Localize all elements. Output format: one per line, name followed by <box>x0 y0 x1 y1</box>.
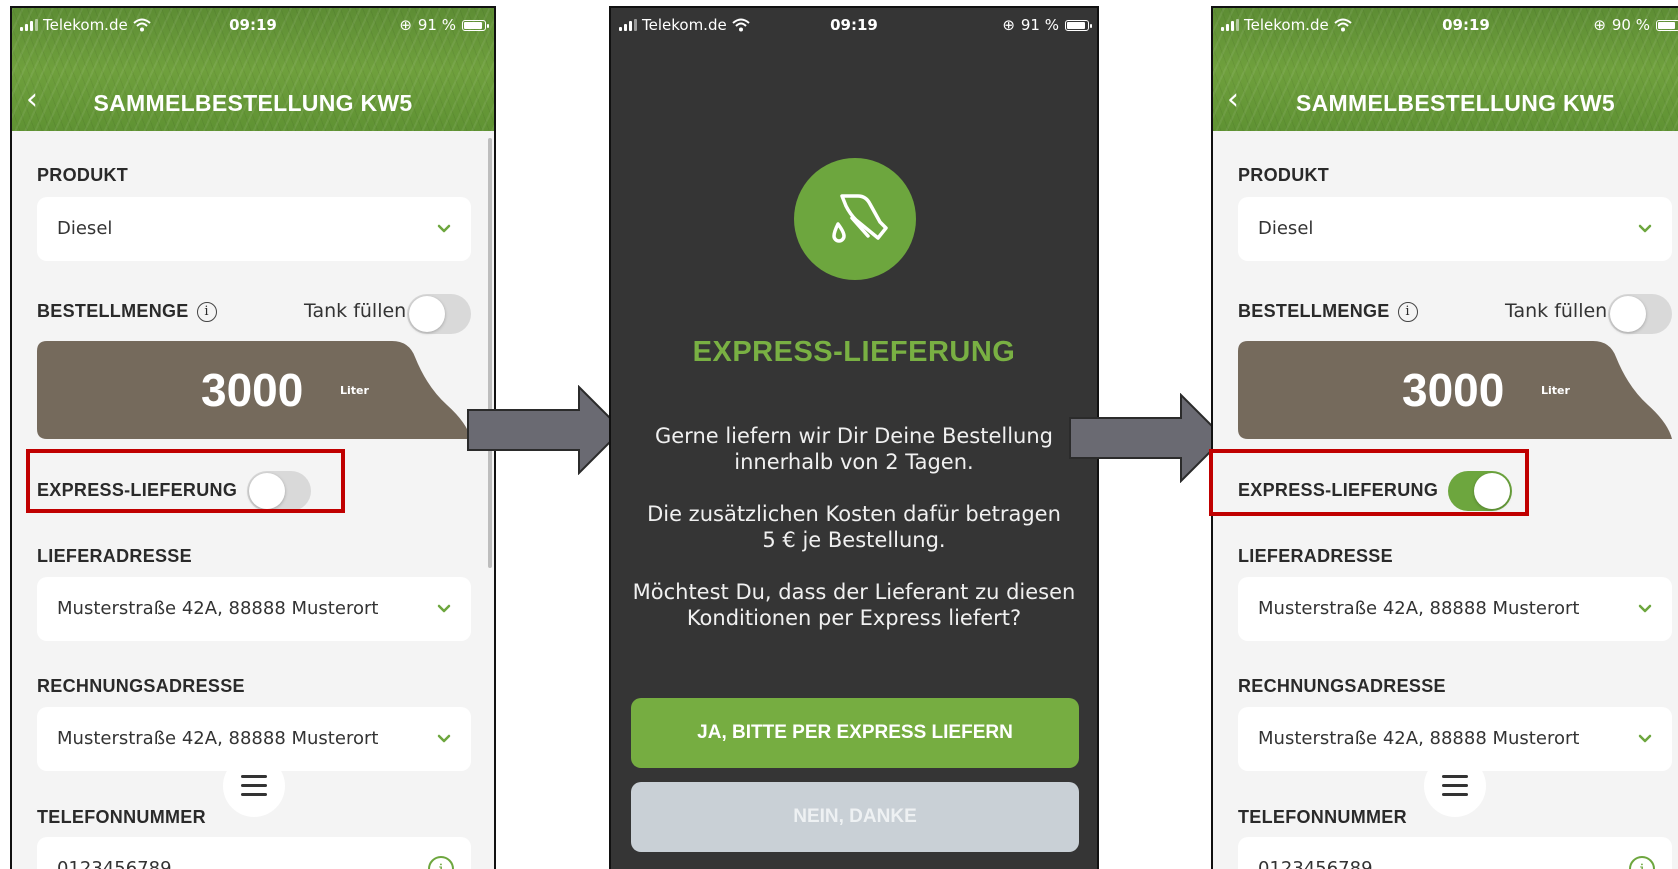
chevron-down-icon <box>437 734 451 743</box>
amount-value: 3000 <box>1402 364 1505 416</box>
info-icon[interactable]: i <box>1397 302 1418 323</box>
battery-icon <box>462 19 489 31</box>
confirm-express-button[interactable]: JA, BITTE PER EXPRESS LIEFERN <box>631 698 1079 768</box>
telefon-value: 0123456789 <box>57 858 172 869</box>
info-icon[interactable]: i <box>427 855 455 869</box>
rotation-lock-icon: ⊕ <box>1593 16 1606 34</box>
wifi-icon <box>732 18 750 32</box>
phone-screen-after: Telekom.de 09:19 ⊕ 90 % ‹ SAMMELBESTELLU… <box>1211 6 1678 869</box>
carrier-name: Telekom.de <box>43 16 128 34</box>
telefon-label: TELEFONNUMMER <box>1238 807 1407 827</box>
menu-button[interactable] <box>1424 755 1486 817</box>
status-time: 09:19 <box>830 16 878 34</box>
battery-icon <box>1656 19 1678 31</box>
modal-text-cost: Die zusätzlichen Kosten dafür betragen 5… <box>647 502 1061 552</box>
produkt-label: PRODUKT <box>37 165 129 185</box>
signal-icon <box>619 19 637 31</box>
menu-button[interactable] <box>223 755 285 817</box>
scrollbar[interactable] <box>488 138 492 568</box>
highlight-box-after <box>1209 449 1529 516</box>
battery-percent: 91 % <box>417 16 456 34</box>
bestellmenge-label: BESTELLMENGE i <box>37 301 217 323</box>
tank-fuellen-toggle[interactable] <box>407 294 471 334</box>
signal-icon <box>20 19 38 31</box>
produkt-select[interactable]: Diesel <box>1238 197 1672 261</box>
battery-percent: 90 % <box>1611 16 1650 34</box>
amount-value: 3000 <box>201 364 304 416</box>
amount-unit: Liter <box>340 384 369 397</box>
fuel-nozzle-icon <box>794 158 916 280</box>
rechnungsadresse-label: RECHNUNGSADRESSE <box>1238 676 1446 696</box>
rotation-lock-icon: ⊕ <box>399 16 412 34</box>
page-title: SAMMELBESTELLUNG KW5 <box>1295 90 1616 116</box>
arrow-right-icon <box>1069 393 1226 483</box>
header: Telekom.de 09:19 ⊕ 90 % ‹ SAMMELBESTELLU… <box>1213 8 1678 131</box>
bestellmenge-label: BESTELLMENGE i <box>1238 301 1418 323</box>
tank-fuellen-label: Tank füllen <box>304 300 407 322</box>
status-time: 09:19 <box>1442 16 1490 34</box>
status-bar: Telekom.de 09:19 ⊕ 91 % <box>619 14 1092 36</box>
status-bar: Telekom.de 09:19 ⊕ 90 % <box>1221 14 1678 36</box>
lieferadresse-label: LIEFERADRESSE <box>1238 546 1393 566</box>
status-bar: Telekom.de 09:19 ⊕ 91 % <box>20 14 489 36</box>
chevron-down-icon <box>1638 734 1652 743</box>
lieferadresse-label: LIEFERADRESSE <box>37 546 192 566</box>
produkt-select[interactable]: Diesel <box>37 197 471 261</box>
carrier-name: Telekom.de <box>642 16 727 34</box>
status-time: 09:19 <box>229 16 277 34</box>
telefon-value: 0123456789 <box>1258 858 1373 869</box>
header: Telekom.de 09:19 ⊕ 91 % ‹ SAMMELBESTELLU… <box>12 8 494 131</box>
lieferadresse-select[interactable]: Musterstraße 42A, 88888 Musterort <box>37 577 471 641</box>
phone-screen-modal: Telekom.de 09:19 ⊕ 91 % EXPRESS-LIEFERUN… <box>609 6 1099 869</box>
telefon-label: TELEFONNUMMER <box>37 807 206 827</box>
chevron-down-icon <box>437 224 451 233</box>
chevron-down-icon <box>437 604 451 613</box>
carrier-name: Telekom.de <box>1244 16 1329 34</box>
tank-fuellen-toggle[interactable] <box>1608 294 1672 334</box>
arrow-right-icon <box>467 385 624 475</box>
battery-icon <box>1065 19 1092 31</box>
page-title: SAMMELBESTELLUNG KW5 <box>93 90 413 116</box>
phone-screen-before: Telekom.de 09:19 ⊕ 91 % ‹ SAMMELBESTELLU… <box>10 6 496 869</box>
modal-text-question: Möchtest Du, dass der Lieferant zu diese… <box>632 580 1076 630</box>
produkt-value: Diesel <box>1258 218 1314 239</box>
info-icon[interactable]: i <box>1628 855 1656 869</box>
telefon-input[interactable]: 0123456789 i <box>37 837 471 869</box>
highlight-box-before <box>26 449 345 513</box>
rechnungsadresse-value: Musterstraße 42A, 88888 Musterort <box>1258 728 1580 749</box>
lieferadresse-value: Musterstraße 42A, 88888 Musterort <box>57 598 379 619</box>
tank-fuellen-label: Tank füllen <box>1505 300 1608 322</box>
rechnungsadresse-value: Musterstraße 42A, 88888 Musterort <box>57 728 379 749</box>
rotation-lock-icon: ⊕ <box>1002 16 1015 34</box>
wifi-icon <box>133 18 151 32</box>
telefon-input[interactable]: 0123456789 i <box>1238 837 1672 869</box>
svg-text:i: i <box>438 860 443 869</box>
battery-percent: 91 % <box>1020 16 1059 34</box>
produkt-label: PRODUKT <box>1238 165 1330 185</box>
modal-text-delivery: Gerne liefern wir Dir Deine Bestellung i… <box>654 424 1053 474</box>
chevron-down-icon <box>1638 224 1652 233</box>
chevron-down-icon <box>1638 604 1652 613</box>
signal-icon <box>1221 19 1239 31</box>
produkt-value: Diesel <box>57 218 113 239</box>
modal-title: EXPRESS-LIEFERUNG <box>692 336 1016 368</box>
amount-display[interactable]: 3000 Liter <box>1238 341 1672 439</box>
lieferadresse-value: Musterstraße 42A, 88888 Musterort <box>1258 598 1580 619</box>
amount-display[interactable]: 3000 Liter <box>37 341 471 439</box>
svg-text:i: i <box>1639 860 1644 869</box>
info-icon[interactable]: i <box>196 302 217 323</box>
rechnungsadresse-label: RECHNUNGSADRESSE <box>37 676 245 696</box>
lieferadresse-select[interactable]: Musterstraße 42A, 88888 Musterort <box>1238 577 1672 641</box>
wifi-icon <box>1334 18 1352 32</box>
amount-unit: Liter <box>1541 384 1570 397</box>
decline-button[interactable]: NEIN, DANKE <box>631 782 1079 852</box>
